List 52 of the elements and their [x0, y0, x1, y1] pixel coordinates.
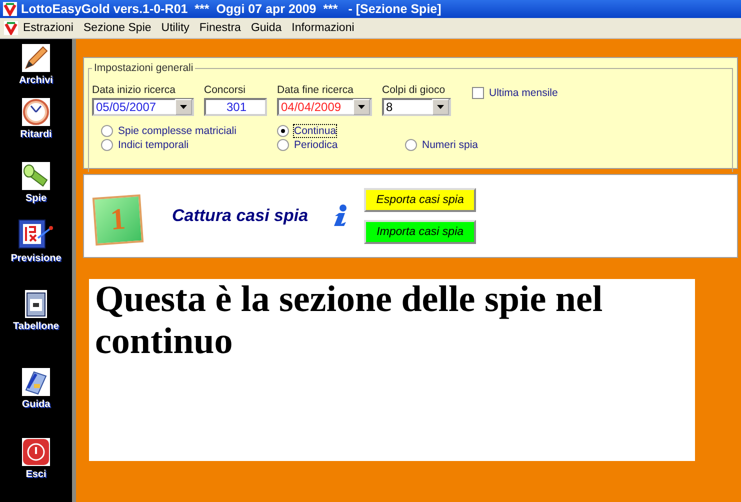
field-label: Colpi di gioco: [382, 84, 446, 96]
radio-label: Periodica: [294, 139, 338, 151]
dropdown-field[interactable]: 8: [382, 98, 451, 116]
sidebar-label[interactable]: Spie: [25, 193, 47, 204]
menu-item[interactable]: Estrazioni: [18, 22, 78, 34]
radio-button[interactable]: [277, 139, 289, 151]
app-logo-icon: [3, 2, 17, 16]
field-label: Concorsi: [204, 84, 246, 96]
menu-item[interactable]: Utility: [156, 22, 194, 34]
flashlight-icon[interactable]: [22, 162, 50, 190]
input-field[interactable]: 301: [204, 98, 267, 116]
exit-icon[interactable]: [22, 438, 50, 466]
dropdown-field[interactable]: 05/05/2007: [92, 98, 194, 116]
sidebar-label[interactable]: Guida: [22, 399, 50, 410]
scoreboard-icon[interactable]: [18, 218, 54, 250]
menu-item[interactable]: Sezione Spie: [78, 22, 156, 34]
caret-icon[interactable]: [353, 99, 370, 115]
sidebar-label[interactable]: Esci: [26, 469, 46, 480]
sidebar-label[interactable]: Tabellone: [13, 321, 59, 332]
checkbox-label: Ultima mensile: [489, 87, 558, 99]
book-icon[interactable]: [22, 368, 50, 396]
checkbox[interactable]: [472, 87, 484, 99]
radio-label: Indici temporali: [118, 139, 189, 151]
menu-item[interactable]: Finestra: [194, 22, 246, 34]
sidebar-label[interactable]: Ritardi: [20, 129, 52, 140]
group-title: Impostazioni generali: [93, 62, 194, 74]
caret-icon[interactable]: [432, 99, 449, 115]
step-tile: 1: [92, 194, 144, 246]
section-heading: Cattura casi spia: [172, 206, 308, 226]
menu-item[interactable]: Informazioni: [286, 22, 360, 34]
dropdown-field[interactable]: 04/04/2009: [277, 98, 372, 116]
radio-button[interactable]: [277, 125, 289, 137]
action-button[interactable]: Esporta casi spia: [364, 188, 476, 212]
clock-icon[interactable]: [22, 98, 50, 126]
field-label: Data inizio ricerca: [92, 84, 176, 96]
window-title: LottoEasyGold vers.1-0-R01 *** Oggi 07 apr 2009 *** - [Sezione Spie]: [21, 2, 442, 16]
radio-button[interactable]: [101, 125, 113, 137]
radio-button[interactable]: [101, 139, 113, 151]
sidebar-label[interactable]: Archivi: [19, 75, 53, 86]
calendar-icon[interactable]: [25, 290, 47, 318]
radio-label: Continua: [294, 125, 336, 137]
pencil-icon[interactable]: [22, 44, 50, 72]
action-button[interactable]: Importa casi spia: [364, 220, 476, 244]
field-label: Data fine ricerca: [277, 84, 354, 96]
sidebar-label[interactable]: Previsione: [10, 253, 62, 264]
app-logo-icon[interactable]: [4, 21, 18, 35]
radio-button[interactable]: [405, 139, 417, 151]
message-text: Questa è la sezione delle spie nel continuo: [89, 279, 695, 461]
radio-label: Spie complesse matriciali: [118, 125, 236, 137]
radio-label: Numeri spia: [422, 139, 478, 151]
menu-item[interactable]: Guida: [246, 22, 287, 34]
caret-icon[interactable]: [175, 99, 192, 115]
